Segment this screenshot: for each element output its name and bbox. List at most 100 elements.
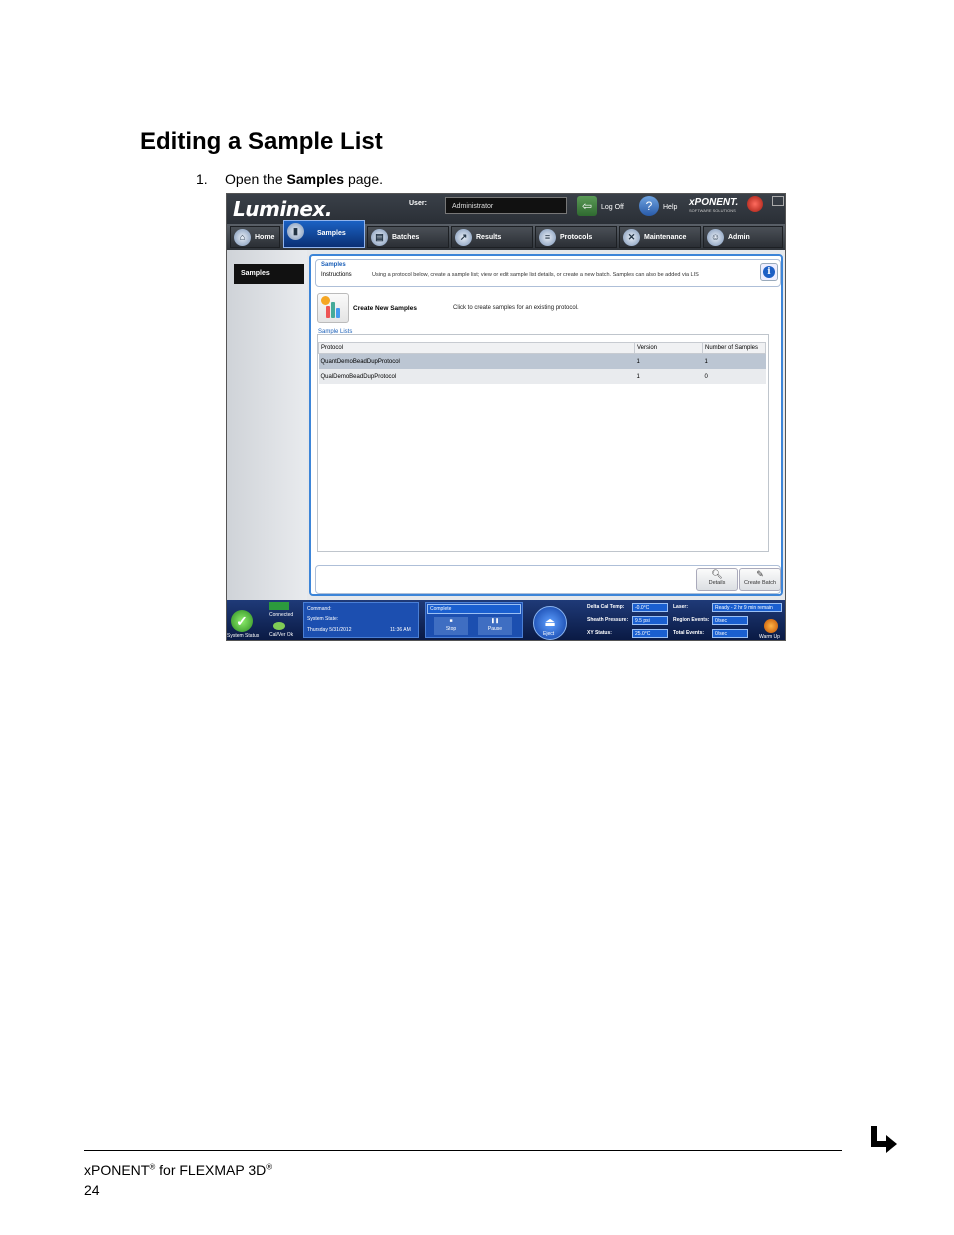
cell-protocol: QuantDemoBeadDupProtocol: [318, 353, 635, 369]
laser-label: Laser:: [673, 604, 689, 610]
app-screenshot: Luminex. User: Administrator ⇦ Log Off ?…: [226, 193, 786, 641]
action-bar: 🔍︎ Details ✎ Create Batch: [315, 565, 781, 594]
cell-samples: 0: [702, 369, 766, 384]
tab-batches[interactable]: ▤ Batches: [367, 226, 449, 248]
results-icon: ↗: [455, 229, 472, 246]
sheath-pressure-value: 9.5 psi: [632, 616, 668, 625]
instructions-box: Samples Instructions Using a protocol be…: [315, 259, 781, 287]
tab-admin-label: Admin: [728, 234, 750, 241]
stop-label: Stop: [445, 626, 457, 632]
xy-status-value: 25.0°C: [632, 629, 668, 638]
protocols-icon: ≡: [539, 229, 556, 246]
cell-protocol: QualDemoBeadDupProtocol: [318, 369, 635, 384]
tab-protocols-label: Protocols: [560, 234, 593, 241]
step-number: 1.: [196, 171, 208, 187]
footer-product-name: xPONENT: [84, 1162, 150, 1178]
batches-icon: ▤: [371, 229, 388, 246]
help-button[interactable]: ? Help: [639, 196, 689, 218]
eject-label: Eject: [543, 631, 555, 637]
create-batch-label: Create Batch: [743, 580, 777, 586]
xponent-logo-sub: SOFTWARE SOLUTIONS: [689, 208, 736, 213]
create-new-samples-desc: Click to create samples for an existing …: [453, 305, 579, 311]
details-button[interactable]: 🔍︎ Details: [696, 568, 738, 591]
footer-reg-mark-2: ®: [266, 1162, 273, 1172]
sidebar: Samples: [227, 250, 307, 600]
logoff-button[interactable]: ⇦ Log Off: [577, 196, 637, 218]
col-number-of-samples[interactable]: Number of Samples: [702, 342, 766, 354]
create-batch-button[interactable]: ✎ Create Batch: [739, 568, 781, 591]
command-label: Command:: [307, 606, 332, 612]
details-label: Details: [708, 580, 726, 586]
date-label: Thursday 5/31/2012: [307, 627, 352, 633]
col-protocol[interactable]: Protocol: [318, 342, 635, 354]
region-events-value: 0/sec: [712, 616, 748, 625]
step-1: 1. Open the Samples page.: [196, 171, 383, 187]
run-controls: Complete ■ Stop ❚❚ Pause: [425, 602, 523, 638]
tab-maintenance[interactable]: ✕ Maintenance: [619, 226, 701, 248]
time-label: 11:36 AM: [390, 627, 411, 633]
create-batch-icon: ✎: [756, 569, 764, 579]
region-events-label: Region Events:: [673, 617, 710, 623]
system-state-label: System State:: [307, 616, 339, 622]
tab-samples-label: Samples: [317, 230, 346, 237]
warmup-label: Warm Up: [759, 634, 780, 640]
laser-value: Ready - 2 hr 9 min remain: [712, 603, 782, 612]
tab-protocols[interactable]: ≡ Protocols: [535, 226, 617, 248]
delta-cal-temp-value: -0.0°C: [632, 603, 668, 612]
logoff-label: Log Off: [601, 204, 624, 211]
instructions-text: Using a protocol below, create a sample …: [372, 272, 699, 278]
home-icon: ⌂: [234, 229, 251, 246]
pause-button[interactable]: ❚❚ Pause: [478, 617, 512, 635]
xy-status-label: XY Status:: [587, 630, 612, 636]
logoff-icon: ⇦: [577, 196, 597, 216]
info-icon[interactable]: i: [760, 263, 778, 281]
xponent-logo: xPONENT.: [689, 197, 739, 208]
main-nav: ⌂ Home ▮ Samples ▤ Batches ↗ Results ≡ Protoc…: [227, 220, 785, 250]
run-status-field: Complete: [427, 604, 521, 614]
instructions-label: Instructions: [321, 272, 352, 278]
table-header-row: Protocol Version Number of Samples: [318, 342, 766, 354]
cell-samples: 1: [702, 353, 766, 369]
tab-admin[interactable]: ☺ Admin: [703, 226, 783, 248]
sidebar-item-samples[interactable]: Samples: [234, 264, 304, 284]
warmup-icon[interactable]: [764, 619, 778, 633]
tab-batches-label: Batches: [392, 234, 420, 241]
tab-maintenance-label: Maintenance: [644, 234, 687, 241]
minimize-icon[interactable]: [772, 196, 784, 206]
sample-lists-box: Protocol Version Number of Samples Quant…: [317, 334, 769, 552]
table-row[interactable]: QualDemoBeadDupProtocol 1 0: [318, 369, 766, 384]
total-events-value: 0/sec: [712, 629, 748, 638]
footer-for-text: for FLEXMAP 3D: [155, 1162, 267, 1178]
luminex-logo: Luminex.: [233, 197, 332, 221]
help-label: Help: [663, 204, 678, 211]
magnifier-icon: 🔍︎: [711, 569, 723, 579]
status-bar: ✓ System Status Connected Cal/Ver Ok Com…: [227, 600, 785, 640]
samples-panel: Samples Instructions Using a protocol be…: [309, 254, 783, 596]
command-block: Command: System State: Thursday 5/31/201…: [303, 602, 419, 638]
system-status-label: System Status: [227, 633, 260, 639]
section-title: Editing a Sample List: [140, 128, 383, 155]
footer-product: xPONENT® for FLEXMAP 3D®: [84, 1162, 272, 1178]
step-prefix: Open the: [225, 171, 283, 187]
tab-samples[interactable]: ▮ Samples: [283, 220, 365, 248]
tab-results[interactable]: ↗ Results: [451, 226, 533, 248]
user-label: User:: [409, 200, 427, 207]
help-icon: ?: [639, 196, 659, 216]
user-field: Administrator: [445, 197, 567, 214]
col-version[interactable]: Version: [634, 342, 703, 354]
connected-icon: [269, 602, 289, 610]
stop-button[interactable]: ■ Stop: [434, 617, 468, 635]
admin-icon: ☺: [707, 229, 724, 246]
calver-icon: [273, 622, 285, 630]
create-samples-icon[interactable]: [317, 293, 349, 323]
table-row[interactable]: QuantDemoBeadDupProtocol 1 1: [318, 353, 766, 369]
instructions-title: Samples: [321, 262, 346, 268]
calver-label: Cal/Ver Ok: [269, 632, 294, 638]
system-status-icon[interactable]: ✓: [231, 610, 253, 632]
total-events-label: Total Events:: [673, 630, 705, 636]
brand-orb-icon: [747, 196, 763, 212]
pause-label: Pause: [487, 626, 503, 632]
create-new-samples-label[interactable]: Create New Samples: [353, 305, 417, 312]
tab-home[interactable]: ⌂ Home: [230, 226, 280, 248]
step-suffix: page.: [347, 171, 384, 187]
